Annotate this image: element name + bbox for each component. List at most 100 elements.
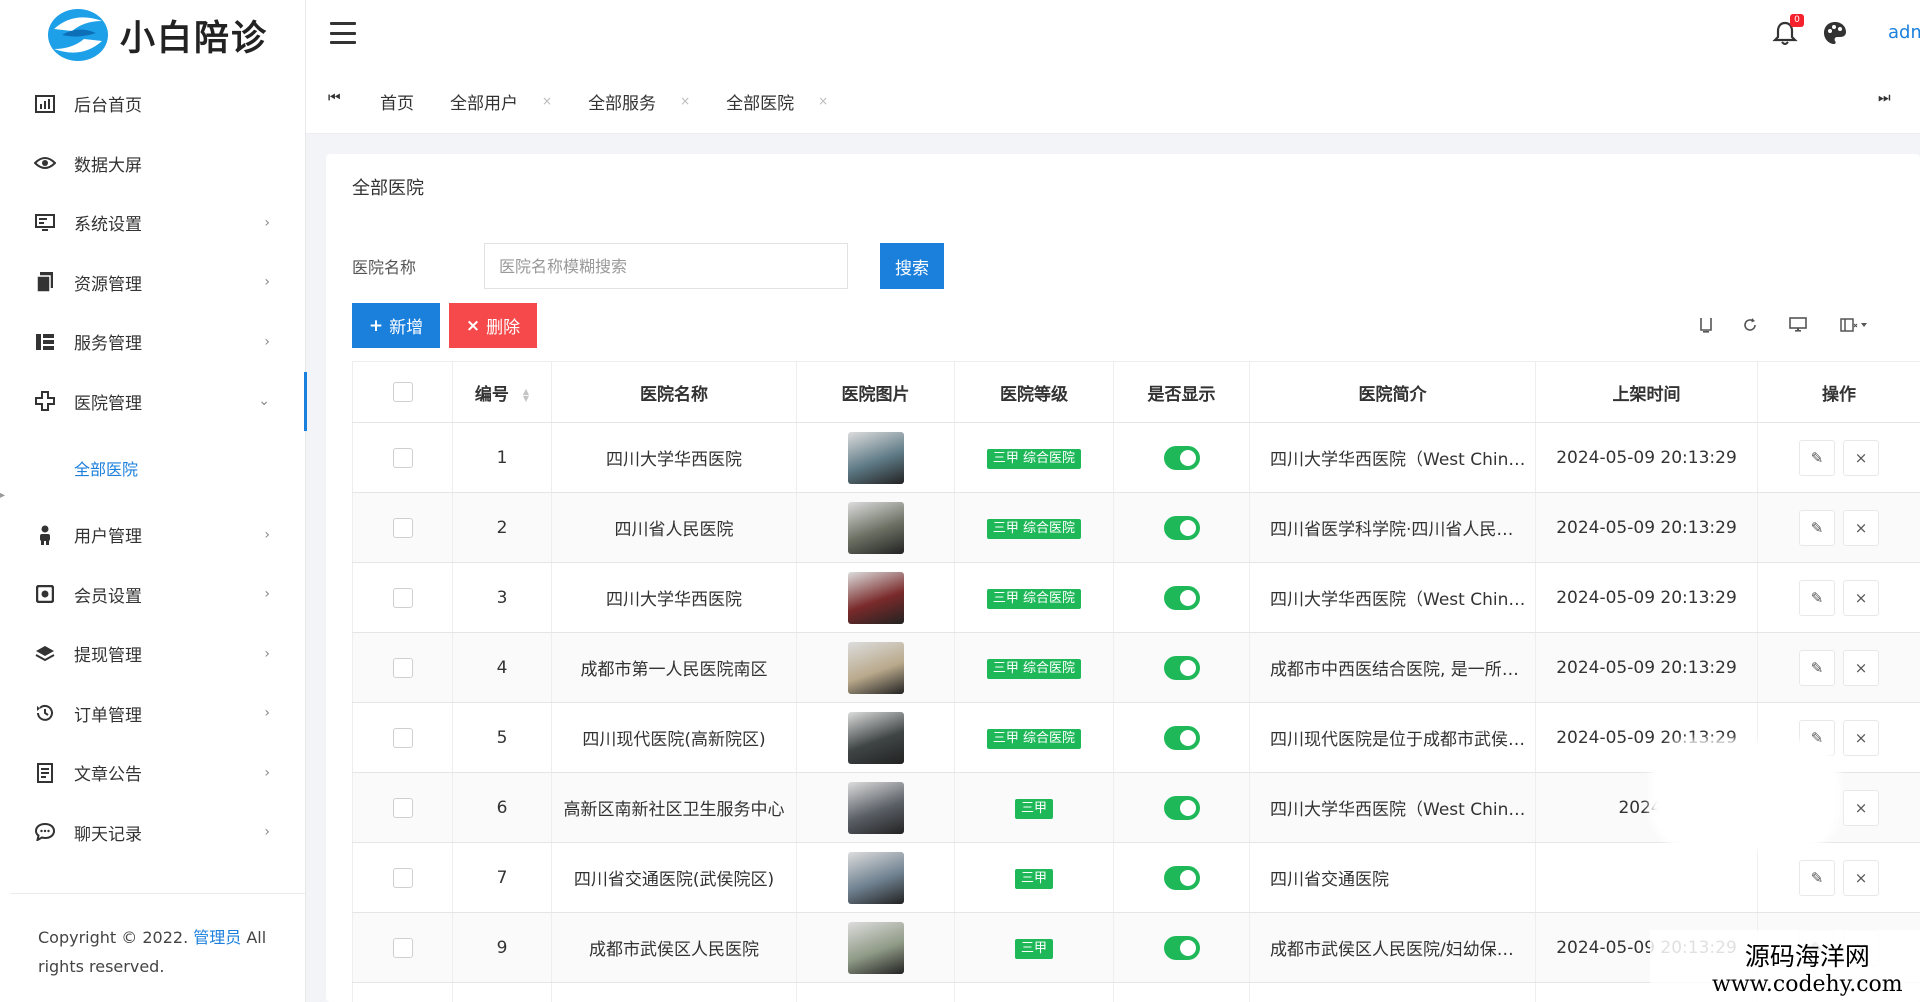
refresh-icon[interactable] (1730, 306, 1770, 344)
chevron-right-icon: › (264, 645, 270, 662)
sidebar-item-label: 系统设置 (74, 215, 142, 236)
sidebar-item-dashboard[interactable]: 后台首页 (0, 74, 306, 134)
delete-x-icon[interactable]: × (1843, 439, 1879, 476)
chevron-right-icon: › (264, 214, 270, 231)
delete-x-icon[interactable]: × (1843, 719, 1879, 756)
delete-button[interactable]: × 删除 (449, 303, 537, 348)
column-header-id[interactable]: 编号 ▲ ▼ (452, 361, 552, 423)
hospital-thumbnail[interactable] (847, 921, 904, 974)
sidebar-item-label: 提现管理 (74, 646, 142, 667)
row-time: 2024-05-09 20:13:29 (1535, 632, 1758, 703)
delete-x-icon[interactable]: × (1843, 649, 1879, 686)
hospital-search-input[interactable] (484, 243, 848, 289)
edit-pencil-icon[interactable]: ✎ (1799, 509, 1835, 546)
visible-toggle[interactable] (1163, 725, 1200, 750)
hospital-thumbnail[interactable] (847, 781, 904, 834)
close-icon[interactable]: × (542, 94, 552, 108)
columns-toggle-icon[interactable] (1828, 306, 1880, 344)
close-icon[interactable]: × (818, 94, 828, 108)
tabs-scroll-left-icon[interactable]: ⏮ (328, 90, 341, 106)
row-checkbox[interactable] (392, 447, 413, 468)
add-button[interactable]: + 新增 (352, 303, 440, 348)
sidebar-item-withdrawals[interactable]: 提现管理 › (0, 624, 306, 684)
fullscreen-monitor-icon[interactable] (1778, 306, 1818, 344)
copyright: Copyright © 2022. 管理员 All rights reserve… (38, 923, 288, 981)
visible-toggle[interactable] (1163, 655, 1200, 680)
select-all-cell (352, 361, 453, 423)
tabs-scroll-right-icon[interactable]: ⏭ (1878, 90, 1891, 106)
row-visible-cell (1113, 912, 1250, 983)
sidebar-item-users[interactable]: 用户管理 › (0, 505, 306, 565)
sort-icon[interactable]: ▲ ▼ (523, 387, 529, 402)
sidebar-item-articles[interactable]: 文章公告 › (0, 743, 306, 803)
row-time (1535, 842, 1758, 913)
edit-pencil-icon[interactable]: ✎ (1799, 439, 1835, 476)
edit-pencil-icon[interactable]: ✎ (1799, 859, 1835, 896)
sidebar-item-membership[interactable]: 会员设置 › (0, 565, 306, 625)
hospital-thumbnail[interactable] (847, 501, 904, 554)
delete-x-icon[interactable]: × (1843, 509, 1879, 546)
row-checkbox[interactable] (392, 727, 413, 748)
sidebar-item-hospitals[interactable]: 医院管理 ⌄ (0, 371, 307, 432)
sidebar-item-system-settings[interactable]: 系统设置 › (0, 193, 306, 253)
visible-toggle[interactable] (1163, 445, 1200, 470)
hospital-thumbnail[interactable] (847, 851, 904, 904)
search-button[interactable]: 搜索 (880, 243, 944, 289)
row-checkbox[interactable] (392, 867, 413, 888)
notification-badge: 0 (1790, 14, 1804, 27)
tab-home[interactable]: 首页 (380, 89, 414, 114)
visible-toggle[interactable] (1163, 865, 1200, 890)
level-tag: 三甲 (1014, 938, 1053, 959)
visible-toggle[interactable] (1163, 935, 1200, 960)
tab-all-hospitals[interactable]: 全部医院 × (726, 89, 828, 114)
chevron-right-icon: › (264, 526, 270, 543)
sidebar-item-data-screen[interactable]: 数据大屏 (0, 134, 306, 194)
tab-label: 首页 (380, 93, 414, 114)
sidebar-item-resources[interactable]: 资源管理 › (0, 253, 306, 313)
tab-all-services[interactable]: 全部服务 × (588, 89, 690, 114)
visible-toggle[interactable] (1163, 795, 1200, 820)
sidebar-item-label: 数据大屏 (74, 155, 142, 176)
menu-toggle-icon[interactable] (330, 22, 356, 44)
visible-toggle[interactable] (1163, 515, 1200, 540)
collapse-handle-icon[interactable]: ▸ (0, 490, 5, 501)
row-checkbox[interactable] (392, 517, 413, 538)
delete-x-icon[interactable]: × (1843, 859, 1879, 896)
sidebar-subitem-all-hospitals[interactable]: 全部医院 (0, 431, 306, 505)
user-menu[interactable]: admin (1888, 22, 1920, 43)
close-icon[interactable]: × (680, 94, 690, 108)
partial-cell (796, 982, 955, 1002)
visible-toggle[interactable] (1163, 585, 1200, 610)
row-checkbox[interactable] (392, 937, 413, 958)
delete-x-icon[interactable]: × (1843, 579, 1879, 616)
history-icon (34, 702, 56, 724)
brand-logo[interactable]: 小白陪诊 (44, 2, 268, 68)
select-all-checkbox[interactable] (392, 382, 413, 402)
row-level-cell: 三甲 综合医院 (954, 562, 1114, 633)
delete-x-icon[interactable]: × (1843, 789, 1879, 826)
sidebar-item-orders[interactable]: 订单管理 › (0, 684, 306, 744)
copyright-admin-link[interactable]: 管理员 (193, 928, 241, 947)
palette-icon[interactable] (1822, 20, 1848, 46)
row-checkbox[interactable] (392, 657, 413, 678)
sidebar-item-chat-logs[interactable]: 聊天记录 › (0, 803, 306, 863)
hospital-thumbnail[interactable] (847, 431, 904, 484)
tabs: 首页 全部用户 × 全部服务 × 全部医院 × (380, 68, 864, 134)
row-visible-cell (1113, 772, 1250, 843)
sidebar-item-services[interactable]: 服务管理 › (0, 312, 306, 372)
hospital-thumbnail[interactable] (847, 571, 904, 624)
tab-all-users[interactable]: 全部用户 × (450, 89, 552, 114)
row-checkbox[interactable] (392, 587, 413, 608)
hospital-thumbnail[interactable] (847, 641, 904, 694)
hospital-thumbnail[interactable] (847, 711, 904, 764)
edit-pencil-icon[interactable]: ✎ (1799, 579, 1835, 616)
sidebar-item-label: 资源管理 (74, 274, 142, 295)
partial-cell (452, 982, 552, 1002)
table-row: 2四川省人民医院 三甲 综合医院 四川省医学科学院·四川省人民医院，位...2024… (352, 492, 1920, 563)
toggle-search-icon[interactable] (1686, 306, 1726, 344)
row-checkbox[interactable] (392, 797, 413, 818)
row-image-cell (796, 702, 955, 773)
chevron-right-icon: › (264, 586, 270, 603)
chevron-right-icon: › (264, 824, 270, 841)
edit-pencil-icon[interactable]: ✎ (1799, 649, 1835, 686)
